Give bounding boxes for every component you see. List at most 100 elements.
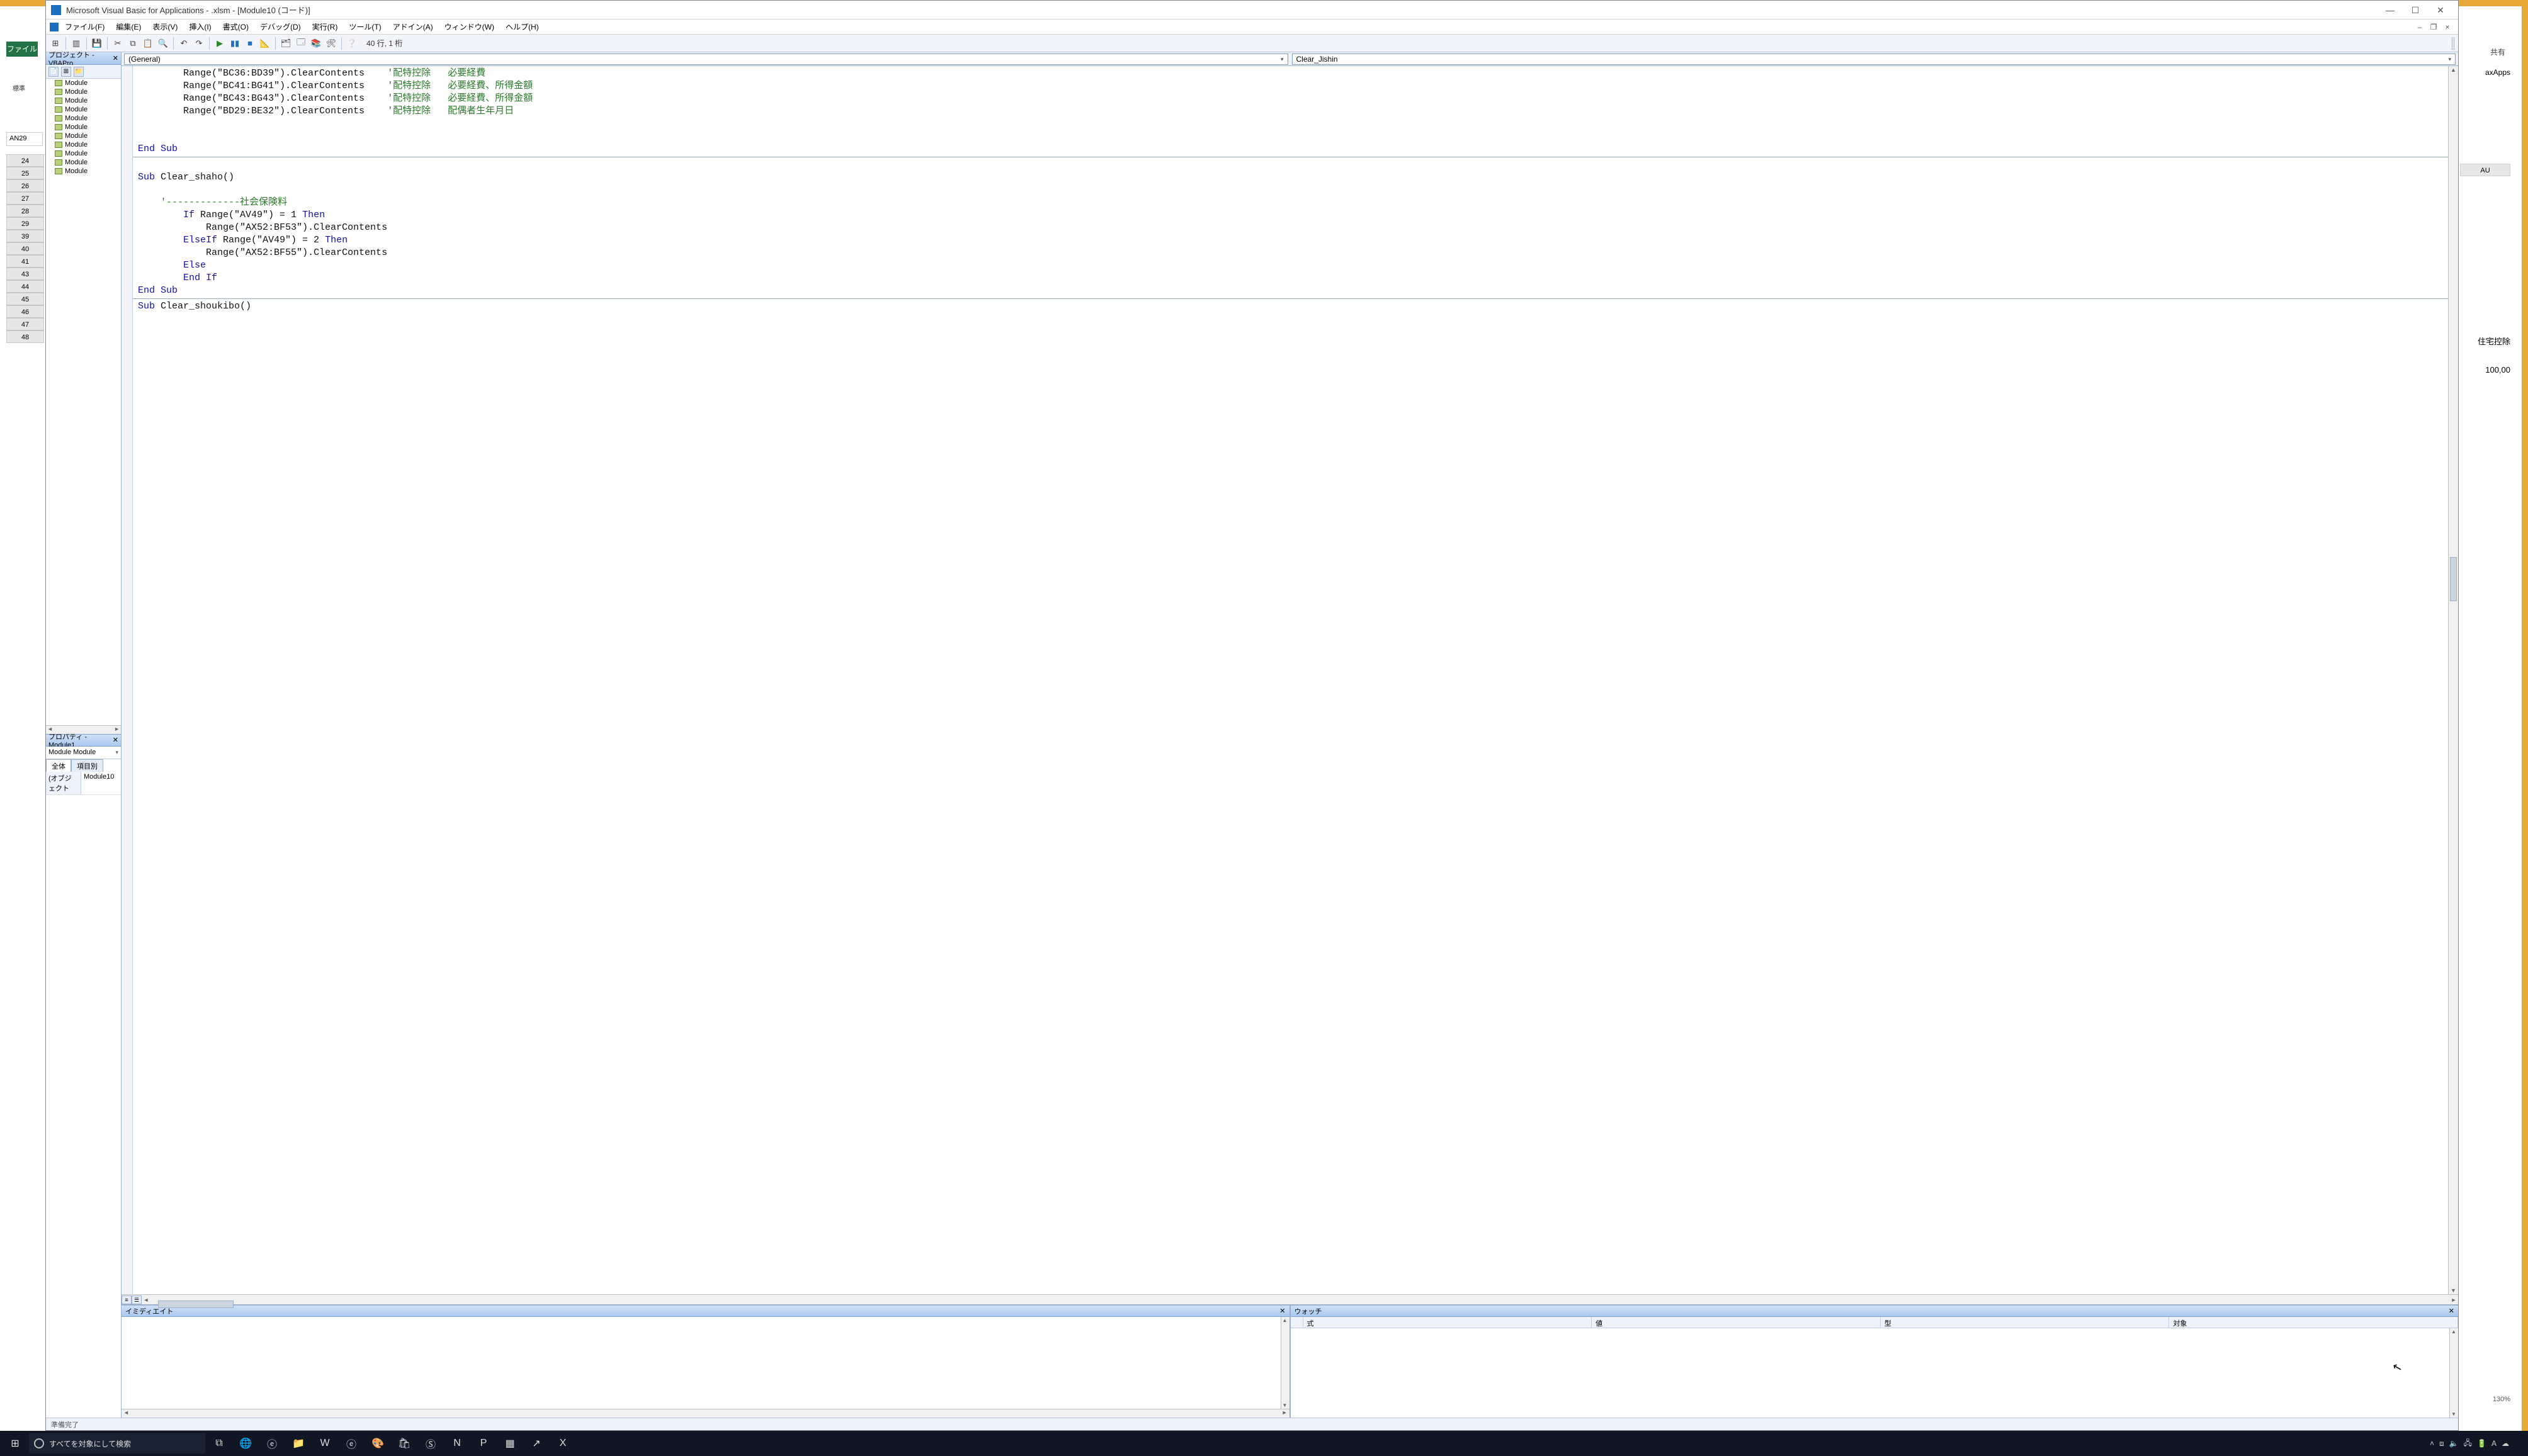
watch-col-expression[interactable]: 式 <box>1303 1317 1592 1328</box>
watch-pane-title[interactable]: ウォッチ ✕ <box>1291 1306 2459 1317</box>
toolbox-button[interactable]: 🛠 <box>324 37 338 50</box>
object-browser-button[interactable]: 📚 <box>309 37 323 50</box>
cut-button[interactable]: ✂ <box>111 37 125 50</box>
redo-button[interactable]: ↷ <box>192 37 206 50</box>
project-tree-item[interactable]: Module <box>46 87 121 96</box>
watch-col-context[interactable]: 対象 <box>2169 1317 2458 1328</box>
taskbar-app-paint[interactable]: 🎨 <box>365 1431 390 1456</box>
menu-debug[interactable]: デバッグ(D) <box>255 20 306 33</box>
project-tree-item[interactable]: Module <box>46 114 121 123</box>
row-header[interactable]: 24 <box>6 154 44 167</box>
taskbar-app-ie[interactable]: ⓔ <box>339 1431 364 1456</box>
row-header[interactable]: 26 <box>6 179 44 192</box>
row-header[interactable]: 29 <box>6 217 44 230</box>
immediate-close-icon[interactable]: ✕ <box>1279 1307 1285 1315</box>
property-value[interactable]: Module10 <box>81 772 121 794</box>
copy-button[interactable]: ⧉ <box>126 37 140 50</box>
code-hscroll[interactable]: ≡ ☰ ◄ ► <box>122 1294 2458 1304</box>
tray-network-icon[interactable]: 🖧 <box>2464 1437 2472 1450</box>
project-tree-item[interactable]: Module <box>46 79 121 87</box>
taskbar-app-chrome[interactable]: 🌐 <box>233 1431 258 1456</box>
property-row[interactable]: (オブジェクト Module10 <box>46 772 121 795</box>
properties-object-combo[interactable]: Module Module ▾ <box>46 747 121 759</box>
immediate-hscroll[interactable]: ◄► <box>122 1409 1290 1418</box>
properties-tab-all[interactable]: 全体 <box>46 759 71 772</box>
design-mode-button[interactable]: 📐 <box>258 37 272 50</box>
excel-col-header-au[interactable]: AU <box>2460 164 2510 176</box>
row-header[interactable]: 25 <box>6 167 44 179</box>
tray-volume-icon[interactable]: 🔈 <box>2449 1439 2459 1448</box>
project-tree-item[interactable]: Module <box>46 132 121 140</box>
immediate-pane-title[interactable]: イミディエイト ✕ <box>122 1306 1290 1317</box>
reset-button[interactable]: ■ <box>243 37 257 50</box>
scrollbar-thumb[interactable] <box>2450 557 2457 601</box>
properties-close-icon[interactable]: ✕ <box>113 736 118 744</box>
menu-insert[interactable]: 挿入(I) <box>184 20 216 33</box>
project-tree-item[interactable]: Module <box>46 140 121 149</box>
taskbar-app-edge[interactable]: ⓔ <box>259 1431 285 1456</box>
menu-run[interactable]: 実行(R) <box>307 20 343 33</box>
procedure-view-button[interactable]: ≡ <box>122 1295 132 1304</box>
find-button[interactable]: 🔍 <box>156 37 170 50</box>
immediate-vscroll[interactable] <box>1281 1317 1290 1409</box>
taskbar-app-skype[interactable]: Ⓢ <box>418 1431 443 1456</box>
project-tree-item[interactable]: Module <box>46 96 121 105</box>
tray-weather-icon[interactable]: ☁ <box>2502 1439 2519 1448</box>
project-tree-item[interactable]: Module <box>46 105 121 114</box>
break-button[interactable]: ▮▮ <box>228 37 242 50</box>
help-button[interactable]: ❔ <box>345 37 359 50</box>
project-tree-hscroll[interactable] <box>46 725 121 734</box>
tray-ime-indicator[interactable]: A <box>2491 1439 2497 1448</box>
project-explorer-close-icon[interactable]: ✕ <box>113 54 118 62</box>
object-combo[interactable]: (General) ▾ <box>124 54 1288 65</box>
menu-addins[interactable]: アドイン(A) <box>388 20 438 33</box>
view-object-icon[interactable]: ⊞ <box>61 67 71 77</box>
project-tree-item[interactable]: Module <box>46 149 121 158</box>
watch-col-value[interactable]: 値 <box>1592 1317 1881 1328</box>
menu-tools[interactable]: ツール(T) <box>344 20 386 33</box>
full-module-view-button[interactable]: ☰ <box>132 1295 142 1304</box>
project-tree-item[interactable]: Module <box>46 123 121 132</box>
project-tree-item[interactable]: Module <box>46 167 121 176</box>
row-header[interactable]: 40 <box>6 242 44 255</box>
procedure-combo[interactable]: Clear_Jishin ▾ <box>1292 54 2456 65</box>
mdi-close-button[interactable]: × <box>2440 23 2454 31</box>
row-header[interactable]: 41 <box>6 255 44 268</box>
row-header[interactable]: 28 <box>6 205 44 217</box>
excel-file-tab[interactable]: ファイル <box>6 42 38 57</box>
code-text[interactable]: Range("BC36:BD39").ClearContents '配特控除 必… <box>133 66 2448 1294</box>
taskbar-app-powerpoint[interactable]: P <box>471 1431 496 1456</box>
row-header[interactable]: 46 <box>6 305 44 318</box>
run-button[interactable]: ▶ <box>213 37 227 50</box>
menu-help[interactable]: ヘルプ(H) <box>501 20 544 33</box>
excel-share-button[interactable]: 共有 <box>2490 47 2505 57</box>
taskbar-app-onenote[interactable]: N <box>445 1431 470 1456</box>
row-header[interactable]: 27 <box>6 192 44 205</box>
tray-chevron-icon[interactable]: ˄ <box>2430 1439 2434 1448</box>
row-header[interactable]: 39 <box>6 230 44 242</box>
excel-zoom-level[interactable]: 130% <box>2493 1396 2510 1403</box>
view-code-icon[interactable]: 📄 <box>48 67 59 77</box>
code-editor[interactable]: Range("BC36:BD39").ClearContents '配特控除 必… <box>122 66 2458 1294</box>
tray-dropbox-icon[interactable]: ⧈ <box>2439 1439 2444 1448</box>
taskbar-app-word[interactable]: W <box>312 1431 337 1456</box>
menu-format[interactable]: 書式(O) <box>218 20 254 33</box>
row-header[interactable]: 45 <box>6 293 44 305</box>
taskbar-app-explorer[interactable]: 📁 <box>286 1431 311 1456</box>
close-button[interactable]: ✕ <box>2428 3 2453 18</box>
taskbar-app-excel[interactable]: X <box>550 1431 575 1456</box>
project-explorer-button[interactable]: 🗂 <box>279 37 293 50</box>
tray-battery-icon[interactable]: 🔋 <box>2477 1439 2486 1448</box>
menu-window[interactable]: ウィンドウ(W) <box>439 20 499 33</box>
watch-close-icon[interactable]: ✕ <box>2449 1307 2454 1315</box>
menu-file[interactable]: ファイル(F) <box>60 20 110 33</box>
undo-button[interactable]: ↶ <box>177 37 191 50</box>
row-header[interactable]: 43 <box>6 268 44 280</box>
properties-button[interactable]: 🗔 <box>294 37 308 50</box>
taskbar-app-generic[interactable]: ▦ <box>497 1431 523 1456</box>
excel-name-box[interactable]: AN29 <box>6 132 43 146</box>
system-tray[interactable]: ˄ ⧈ 🔈 🖧 🔋 A ☁ <box>2423 1437 2525 1450</box>
toolbar-grabber[interactable] <box>2452 37 2456 50</box>
scrollbar-thumb[interactable] <box>158 1301 234 1308</box>
menu-view[interactable]: 表示(V) <box>147 20 183 33</box>
